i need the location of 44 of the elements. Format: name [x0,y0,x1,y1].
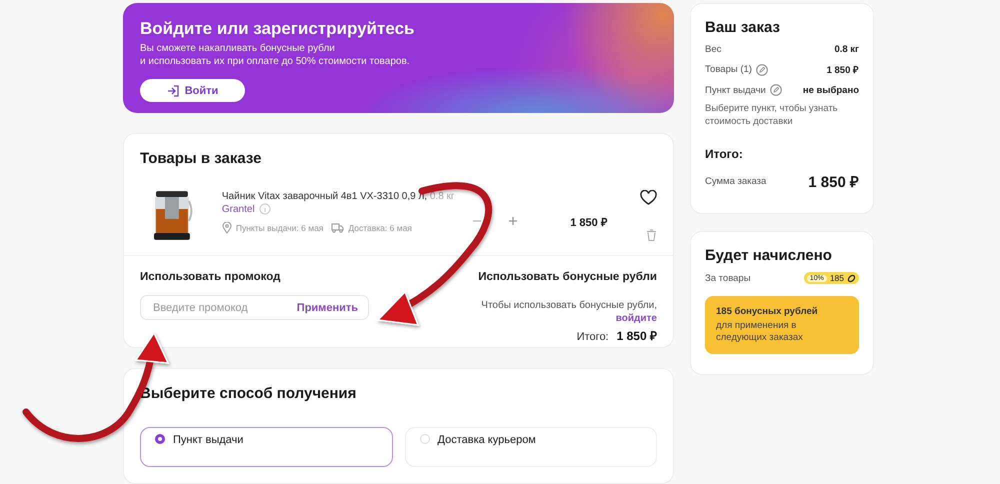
product-name[interactable]: Чайник Vitax заварочный 4в1 VX-3310 0,9 л, 0.8 кг [222,191,466,202]
summary-value: 0.8 кг [834,44,859,55]
summary-label: Пункт выдачи [705,84,766,96]
info-icon[interactable] [258,203,271,215]
total-label: Итого: [576,331,609,343]
summary-hint: Выберите пункт, чтобы узнать стоимость доставки [705,102,839,128]
truck-icon [331,223,344,233]
heart-icon[interactable] [640,190,657,205]
edit-icon[interactable] [770,84,782,96]
login-icon [166,84,180,96]
brand-link[interactable]: Grantel [222,204,255,214]
sum-value: 1 850 ₽ [808,173,859,191]
trash-icon[interactable] [646,229,657,241]
item-price: 1 850 ₽ [570,216,608,229]
summary-label: Вес [705,44,722,55]
total-value: 1 850 ₽ [616,328,657,344]
promo-label: Использовать промокод [140,271,282,283]
location-pin-icon [222,222,232,234]
summary-title: Ваш заказ [705,19,781,36]
coin-icon [847,274,856,282]
accrual-label: За товары [705,272,751,284]
delivery-date: Доставка: 6 мая [348,223,412,233]
plus-icon[interactable] [508,216,518,226]
apply-button[interactable]: Применить [296,302,358,314]
login-button[interactable]: Войти [140,79,245,102]
delivery-option[interactable]: Доставка курьером [404,427,657,467]
bonus-hint: Чтобы использовать бонусные рубли, [481,300,657,311]
sum-label: Сумма заказа [705,176,766,186]
summary-value: 1 850 ₽ [826,64,859,76]
banner-text: Вы сможете накапливать бонусные рубли и использовать их при оплате до 50% стоимости товаров. [140,42,411,68]
delivery-option[interactable]: Пункт выдачи [140,427,392,467]
bonus-card-title: 185 бонусных рублей [716,306,819,317]
edit-icon[interactable] [756,64,768,76]
summary-label: Товары (1) [705,64,752,75]
summary-value: не выбрано [802,84,859,96]
pickup-date: Пункты выдачи: 6 мая [236,223,324,233]
bonus-card-text: для применения в следующих заказах [716,320,804,344]
total-title: Итого: [705,147,744,161]
banner-title: Войдите или зарегистрируйтесь [140,19,416,39]
section-title: Товары в заказе [140,150,263,167]
accrual-title: Будет начислено [705,247,833,264]
bonus-label: Использовать бонусные рубли [478,271,657,283]
promo-field[interactable]: Введите промокод Применить [140,295,369,320]
login-link[interactable]: войдите [616,313,657,324]
